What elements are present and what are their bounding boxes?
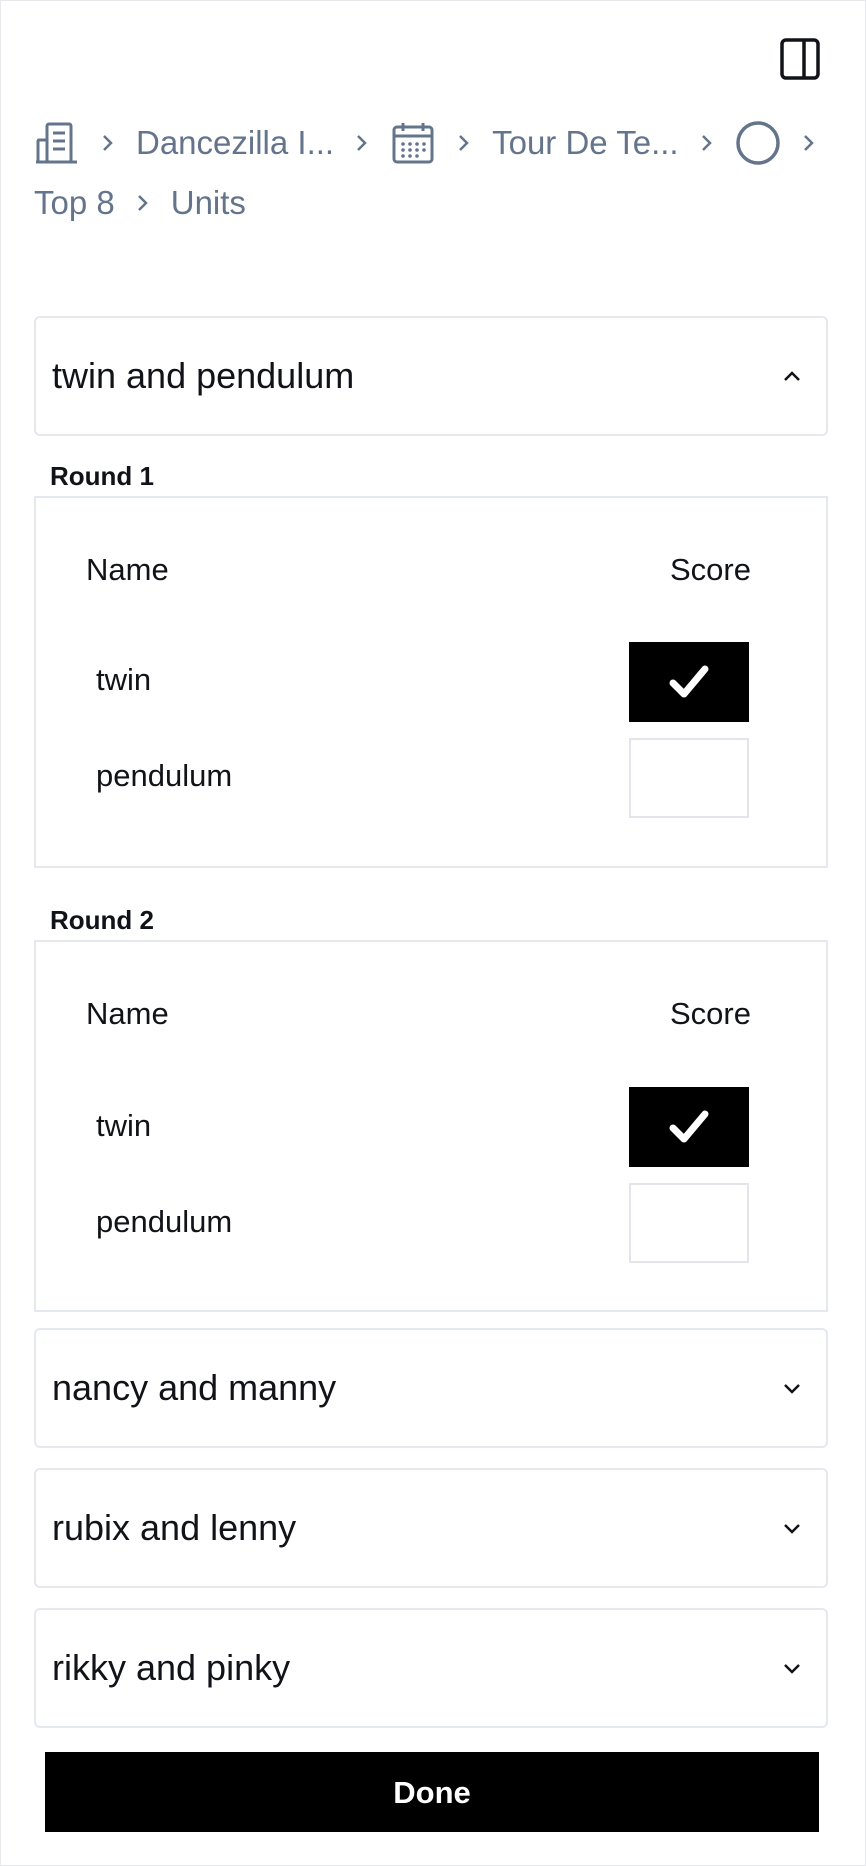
column-header-name: Name (86, 552, 169, 587)
column-header-name: Name (86, 996, 169, 1031)
breadcrumb-item-bracket[interactable]: Top 8 (34, 184, 115, 222)
score-checkbox[interactable] (629, 1087, 749, 1167)
unit-accordion-header[interactable]: rikky and pinky (34, 1608, 828, 1728)
chevron-down-icon (780, 1516, 804, 1540)
unit-title: rikky and pinky (52, 1647, 291, 1688)
round-label: Round 2 (50, 905, 154, 935)
sidebar-toggle-icon[interactable] (780, 38, 820, 80)
chevron-up-icon (780, 364, 804, 388)
breadcrumb-item-organization[interactable]: Dancezilla I... (136, 124, 334, 162)
column-header-score: Score (670, 552, 751, 587)
score-checkbox[interactable] (629, 642, 749, 722)
done-button[interactable]: Done (45, 1752, 819, 1832)
chevron-down-icon (780, 1376, 804, 1400)
column-header-score: Score (670, 996, 751, 1031)
circle-icon[interactable] (735, 120, 781, 166)
round-score-table: Name Score twin pendulum (34, 940, 828, 1312)
building-icon[interactable] (34, 120, 80, 166)
unit-accordion-header[interactable]: nancy and manny (34, 1328, 828, 1448)
round-label: Round 1 (50, 461, 154, 491)
checkmark-icon (669, 665, 709, 698)
breadcrumb-item-event[interactable]: Tour De Te... (492, 124, 678, 162)
chevron-right-icon (699, 131, 715, 155)
chevron-right-icon (354, 131, 370, 155)
chevron-down-icon (780, 1656, 804, 1680)
unit-title: nancy and manny (52, 1367, 337, 1408)
unit-title: rubix and lenny (52, 1507, 297, 1548)
score-checkbox[interactable] (629, 738, 749, 818)
unit-accordion-header[interactable]: twin and pendulum (34, 316, 828, 436)
dancer-name: twin (96, 1108, 152, 1143)
chevron-right-icon (801, 131, 817, 155)
dancer-name: pendulum (96, 758, 233, 793)
round-score-table: Name Score twin pendulum (34, 496, 828, 868)
checkmark-icon (669, 1110, 709, 1143)
chevron-right-icon (135, 191, 151, 215)
calendar-icon[interactable] (390, 120, 436, 166)
breadcrumb-item-current: Units (170, 184, 246, 221)
unit-accordion-header[interactable]: rubix and lenny (34, 1468, 828, 1588)
score-checkbox[interactable] (629, 1183, 749, 1263)
chevron-right-icon (100, 131, 116, 155)
dancer-name: twin (96, 662, 152, 697)
dancer-name: pendulum (96, 1204, 233, 1239)
unit-title: twin and pendulum (52, 355, 355, 396)
chevron-right-icon (456, 131, 472, 155)
